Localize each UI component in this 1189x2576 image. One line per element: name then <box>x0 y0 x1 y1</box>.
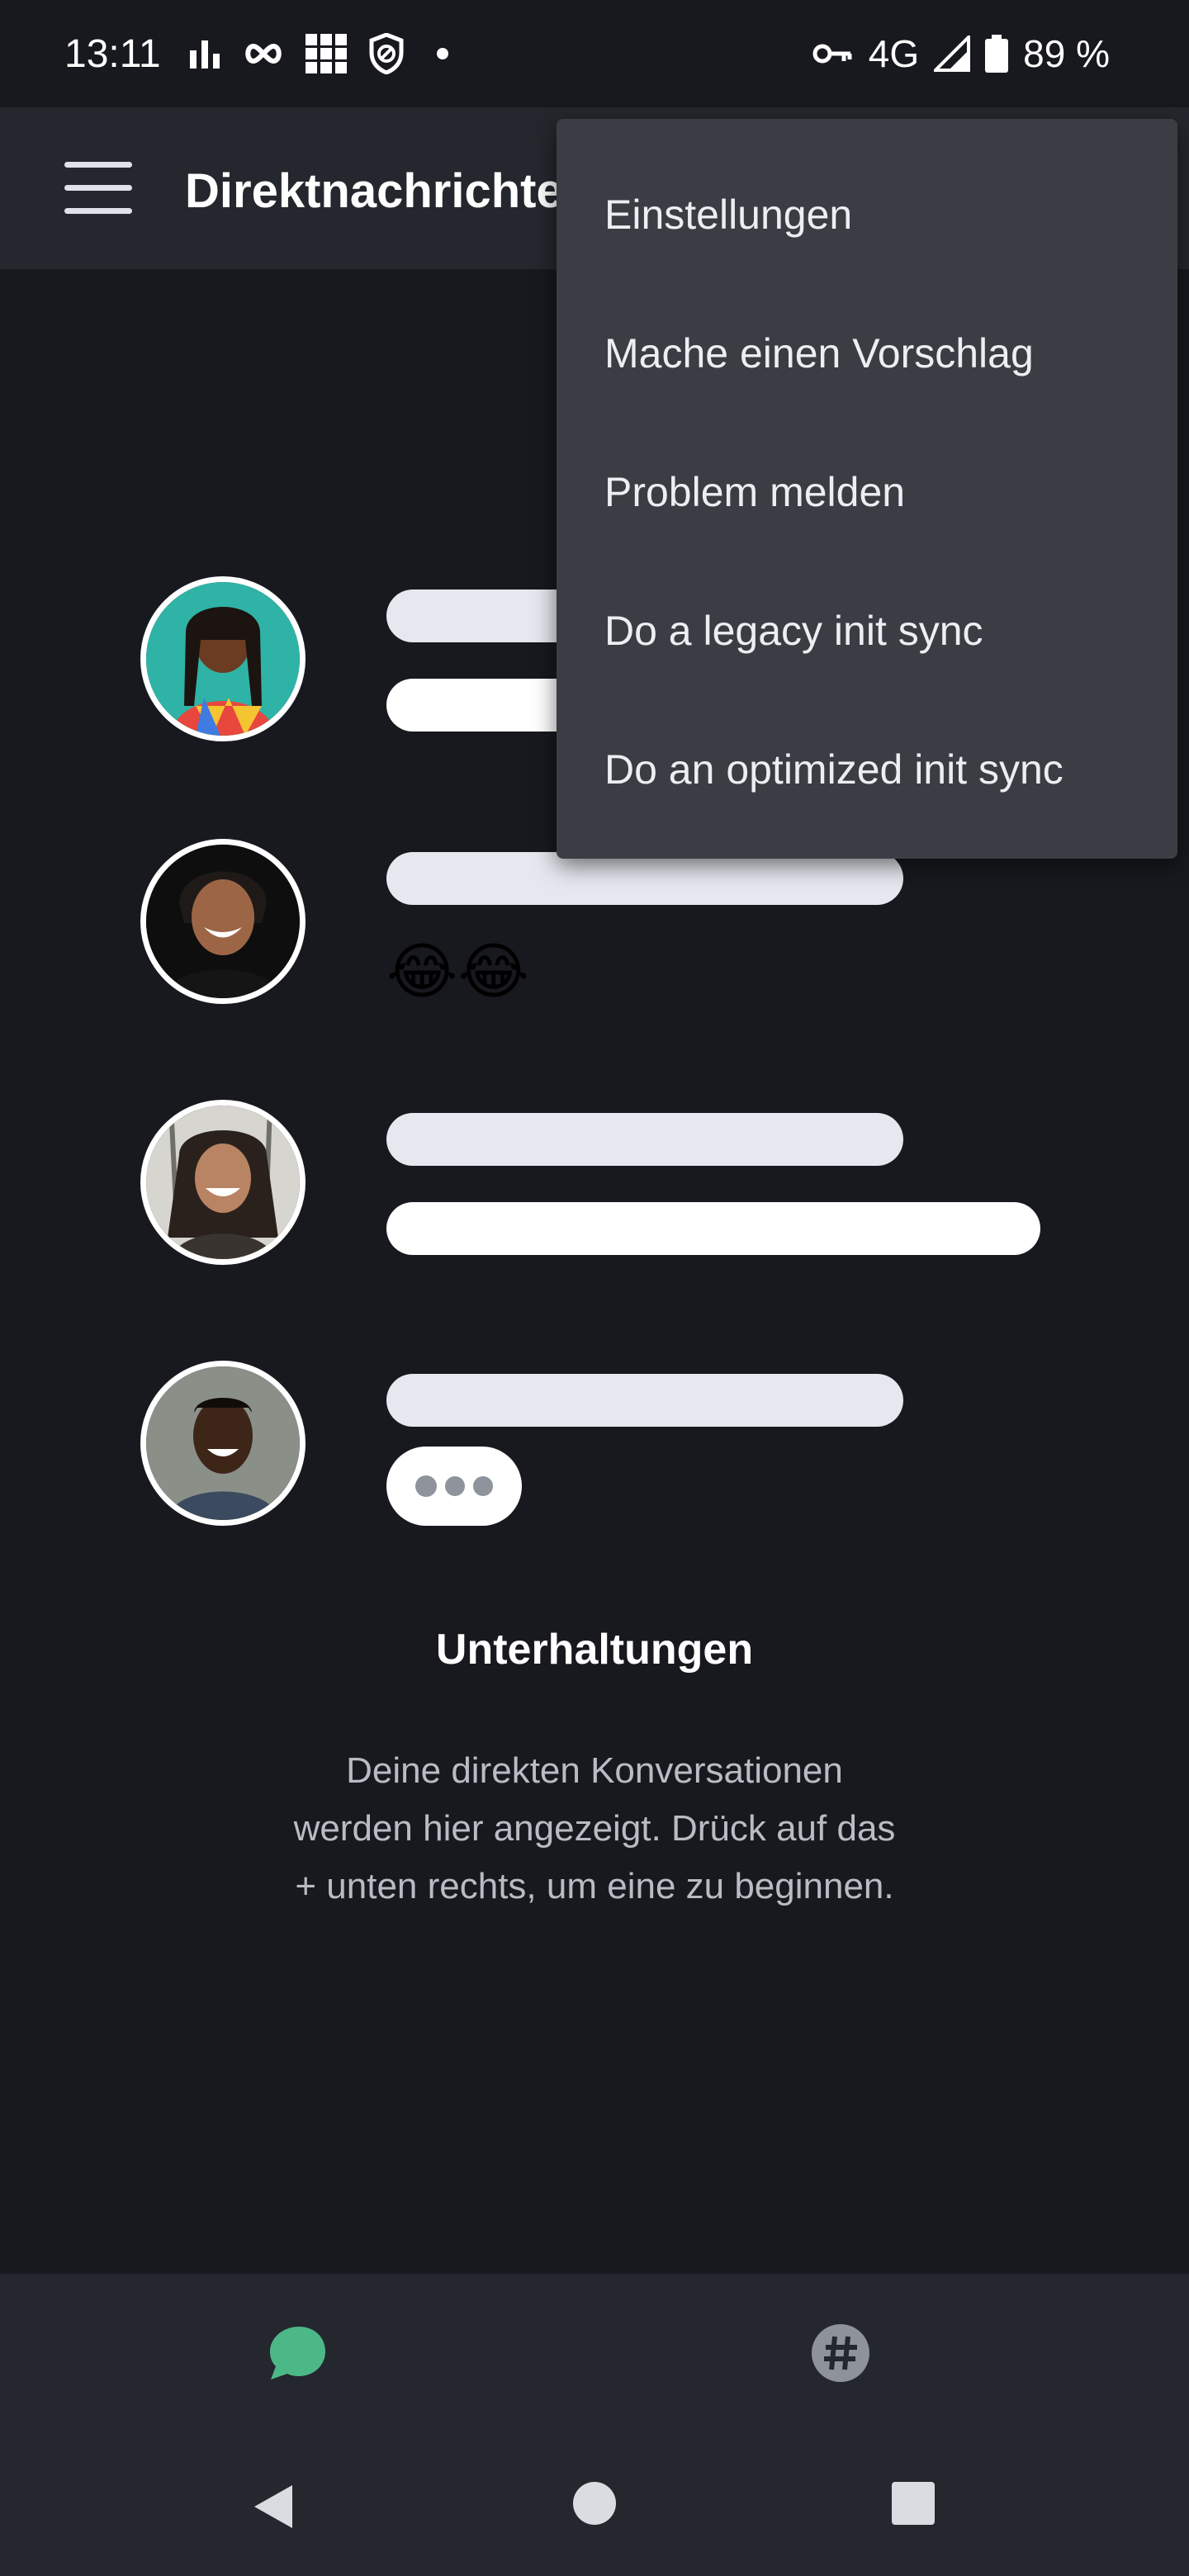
typing-indicator <box>386 1447 522 1526</box>
hashtag-icon <box>812 2324 869 2382</box>
recents-icon[interactable] <box>890 2480 936 2526</box>
placeholder-conversation <box>140 1361 1049 1536</box>
chat-bubble-icon <box>270 2327 325 2379</box>
back-icon[interactable] <box>248 2480 301 2533</box>
empty-state-title: Unterhaltungen <box>435 1626 754 1674</box>
hamburger-icon[interactable] <box>64 162 132 215</box>
placeholder-message-bar <box>386 1202 1040 1255</box>
avatar <box>140 1361 306 1526</box>
status-time: 13:11 <box>64 32 161 76</box>
placeholder-name-bar <box>386 852 903 905</box>
empty-state-description: Deine direkten Konversationen werden hie… <box>293 1750 896 1906</box>
placeholder-name-bar <box>386 1374 903 1427</box>
placeholder-conversation: 😂😂 <box>140 839 1049 1014</box>
emoji-message: 😂😂 <box>386 937 529 1006</box>
overflow-menu: Einstellungen Mache einen Vorschlag Prob… <box>557 119 1177 859</box>
key-icon <box>812 44 852 64</box>
menu-item-suggest[interactable]: Mache einen Vorschlag <box>557 284 1177 423</box>
avatar <box>140 576 306 741</box>
home-icon[interactable] <box>571 2480 618 2526</box>
bottom-nav <box>0 2274 1189 2432</box>
placeholder-name-bar <box>386 1113 903 1166</box>
page-title: Direktnachrichten <box>185 164 593 218</box>
dot-icon <box>437 48 448 59</box>
menu-item-legacy-sync[interactable]: Do a legacy init sync <box>557 561 1177 700</box>
grid-icon <box>306 34 347 73</box>
tab-rooms[interactable] <box>543 2274 1138 2432</box>
bar-chart-icon <box>190 40 220 69</box>
placeholder-conversation <box>140 1100 1049 1275</box>
status-bar: 13:11 4G 89 % <box>0 0 1189 107</box>
status-right: 4G 89 % <box>812 31 1110 76</box>
network-type: 4G <box>868 32 920 75</box>
tab-direct-messages[interactable] <box>0 2274 594 2432</box>
signal-icon <box>934 36 971 72</box>
menu-item-report-problem[interactable]: Problem melden <box>557 423 1177 561</box>
infinity-icon <box>245 43 282 64</box>
menu-item-settings[interactable]: Einstellungen <box>557 145 1177 284</box>
battery-icon <box>985 35 1009 73</box>
system-nav-bar <box>0 2432 1189 2576</box>
avatar <box>140 1100 306 1265</box>
avatar <box>140 839 306 1004</box>
status-left-icons <box>188 33 459 74</box>
menu-item-optimized-sync[interactable]: Do an optimized init sync <box>557 700 1177 839</box>
shield-icon <box>369 33 404 74</box>
battery-percent: 89 % <box>1023 32 1110 75</box>
